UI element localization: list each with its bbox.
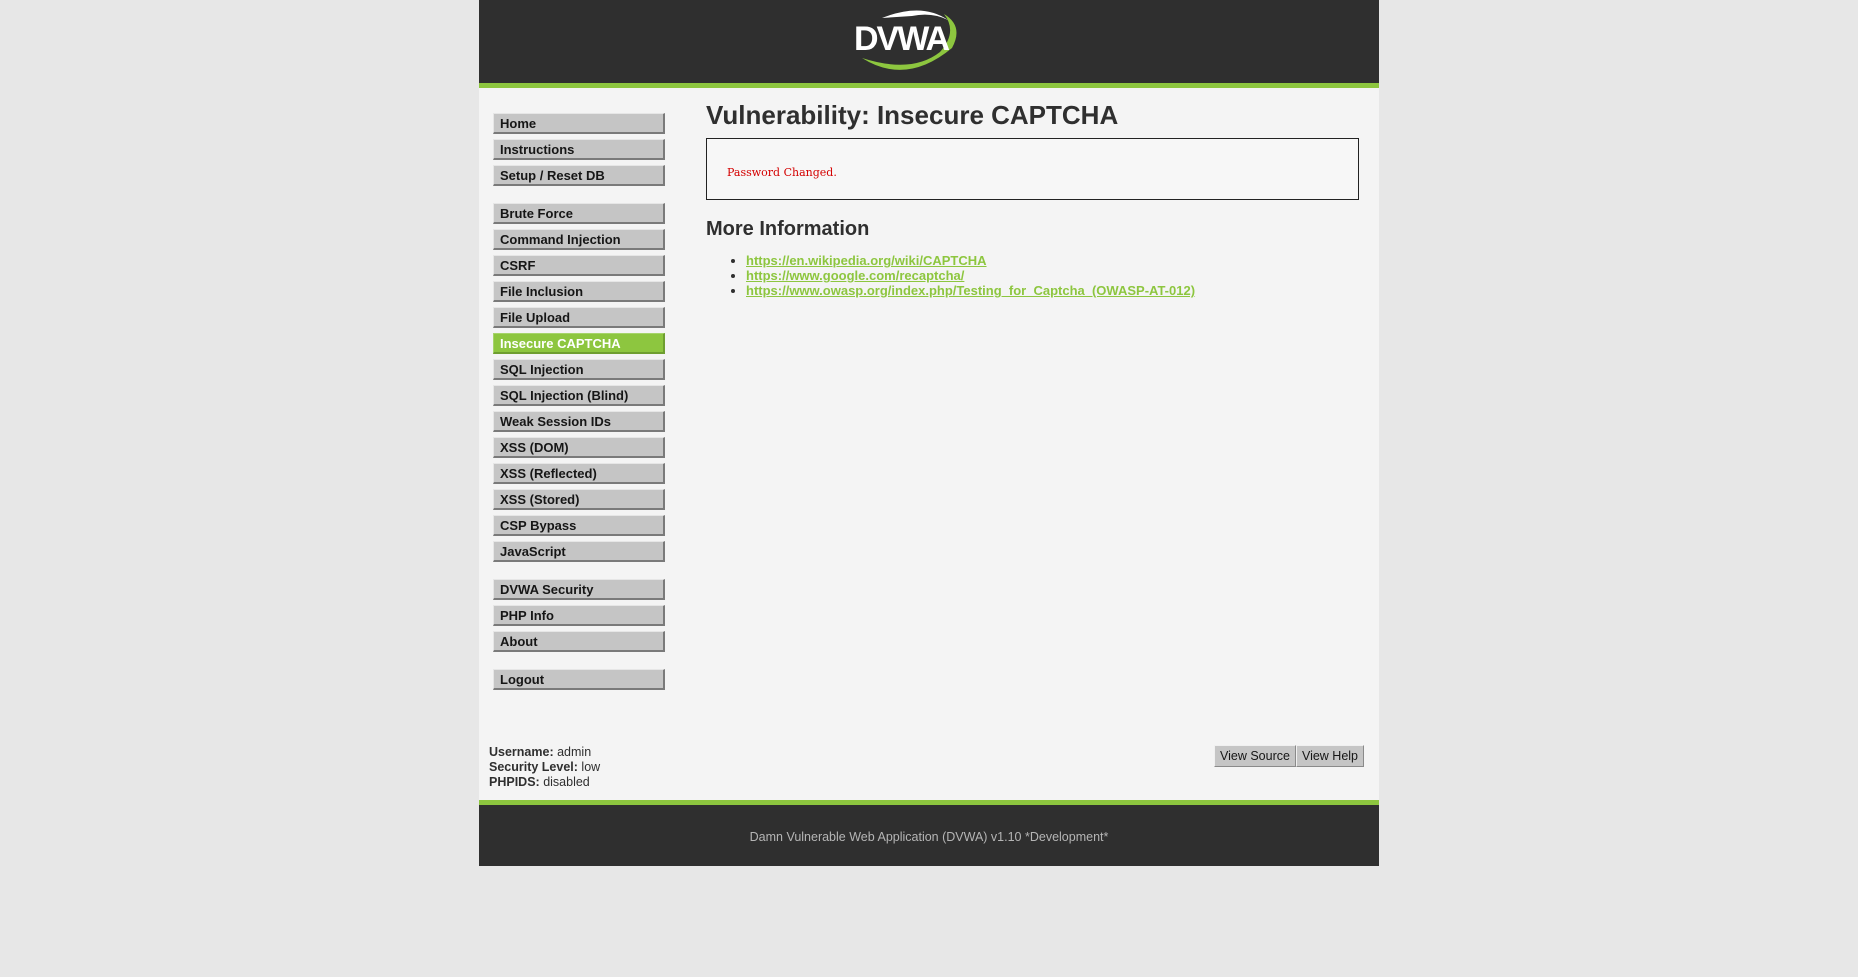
- list-item: https://en.wikipedia.org/wiki/CAPTCHA: [746, 253, 1359, 268]
- footer: Damn Vulnerable Web Application (DVWA) v…: [479, 800, 1379, 866]
- menu-item-command-injection[interactable]: Command Injection: [493, 229, 665, 250]
- menu-group-settings: DVWA Security PHP Info About: [493, 579, 665, 652]
- view-source-button[interactable]: View Source: [1214, 745, 1296, 767]
- dvwa-logo: DVWA: [854, 10, 957, 70]
- menu-item-sql-injection-blind[interactable]: SQL Injection (Blind): [493, 385, 665, 406]
- list-item: https://www.google.com/recaptcha/: [746, 268, 1359, 283]
- menu-item-file-upload[interactable]: File Upload: [493, 307, 665, 328]
- username-label: Username:: [489, 745, 554, 759]
- sidebar-menu: Home Instructions Setup / Reset DB Brute…: [493, 113, 665, 707]
- link-google-recaptcha[interactable]: https://www.google.com/recaptcha/: [746, 268, 964, 283]
- list-item: https://www.owasp.org/index.php/Testing_…: [746, 283, 1359, 298]
- menu-item-dvwa-security[interactable]: DVWA Security: [493, 579, 665, 600]
- message-box: Password Changed.: [706, 138, 1359, 200]
- source-help-buttons: View Source View Help: [1214, 745, 1365, 767]
- phpids-label: PHPIDS:: [489, 775, 540, 789]
- link-owasp-captcha[interactable]: https://www.owasp.org/index.php/Testing_…: [746, 283, 1195, 298]
- menu-item-logout[interactable]: Logout: [493, 669, 665, 690]
- page-container: DVWA Home Instructions Setup / Reset DB …: [479, 0, 1379, 866]
- menu-item-javascript[interactable]: JavaScript: [493, 541, 665, 562]
- security-level-value: low: [581, 760, 601, 774]
- menu-item-sql-injection[interactable]: SQL Injection: [493, 359, 665, 380]
- menu-item-xss-dom[interactable]: XSS (DOM): [493, 437, 665, 458]
- menu-item-file-inclusion[interactable]: File Inclusion: [493, 281, 665, 302]
- security-level-label: Security Level:: [489, 760, 578, 774]
- menu-item-about[interactable]: About: [493, 631, 665, 652]
- menu-group-logout: Logout: [493, 669, 665, 690]
- menu-item-csp-bypass[interactable]: CSP Bypass: [493, 515, 665, 536]
- menu-item-csrf[interactable]: CSRF: [493, 255, 665, 276]
- main-content: Vulnerability: Insecure CAPTCHA Password…: [706, 96, 1359, 298]
- link-wikipedia-captcha[interactable]: https://en.wikipedia.org/wiki/CAPTCHA: [746, 253, 987, 268]
- menu-item-instructions[interactable]: Instructions: [493, 139, 665, 160]
- security-level-row: Security Level: low: [489, 760, 600, 775]
- page-title: Vulnerability: Insecure CAPTCHA: [706, 100, 1119, 130]
- username-row: Username: admin: [489, 745, 600, 760]
- menu-item-xss-stored[interactable]: XSS (Stored): [493, 489, 665, 510]
- menu-item-insecure-captcha[interactable]: Insecure CAPTCHA: [493, 333, 665, 354]
- footer-text: Damn Vulnerable Web Application (DVWA) v…: [749, 830, 1109, 844]
- menu-item-home[interactable]: Home: [493, 113, 665, 134]
- menu-item-setup[interactable]: Setup / Reset DB: [493, 165, 665, 186]
- menu-item-weak-session-ids[interactable]: Weak Session IDs: [493, 411, 665, 432]
- menu-item-xss-reflected[interactable]: XSS (Reflected): [493, 463, 665, 484]
- phpids-row: PHPIDS: disabled: [489, 775, 600, 790]
- status-message: Password Changed.: [727, 166, 837, 179]
- more-info-links: https://en.wikipedia.org/wiki/CAPTCHA ht…: [706, 253, 1359, 298]
- svg-text:DVWA: DVWA: [854, 20, 949, 58]
- header: DVWA: [479, 0, 1379, 88]
- more-info-heading: More Information: [706, 218, 870, 240]
- menu-item-php-info[interactable]: PHP Info: [493, 605, 665, 626]
- menu-group-vulnerabilities: Brute Force Command Injection CSRF File …: [493, 203, 665, 562]
- user-info: Username: admin Security Level: low PHPI…: [489, 745, 600, 790]
- view-help-button[interactable]: View Help: [1295, 745, 1365, 767]
- menu-item-brute-force[interactable]: Brute Force: [493, 203, 665, 224]
- username-value: admin: [557, 745, 592, 759]
- menu-group-general: Home Instructions Setup / Reset DB: [493, 113, 665, 186]
- phpids-value: disabled: [543, 775, 590, 789]
